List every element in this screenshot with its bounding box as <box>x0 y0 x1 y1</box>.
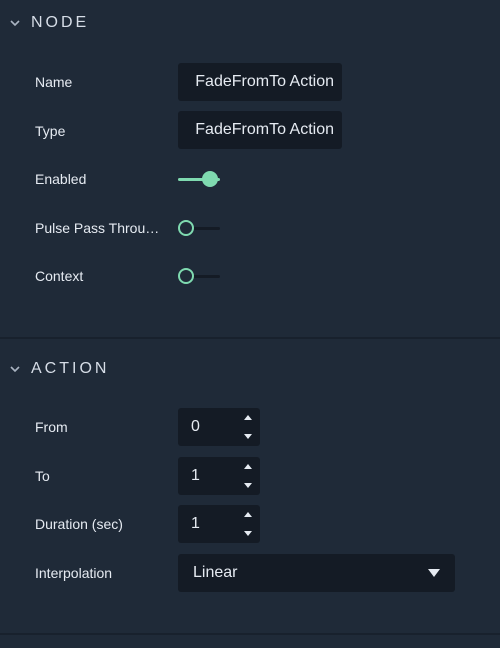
to-decrement-button[interactable] <box>236 476 260 495</box>
enabled-toggle[interactable] <box>178 170 220 190</box>
arrow-down-icon <box>244 434 252 439</box>
to-stepper[interactable]: 1 <box>178 457 260 495</box>
duration-increment-button[interactable] <box>236 505 260 524</box>
name-label: Name <box>35 74 73 90</box>
enabled-label: Enabled <box>35 171 87 187</box>
toggle-knob <box>178 220 194 236</box>
name-field[interactable]: FadeFromTo Action <box>178 63 342 101</box>
from-decrement-button[interactable] <box>236 427 260 446</box>
arrow-up-icon <box>244 415 252 420</box>
action-section-header[interactable]: ACTION <box>0 346 500 392</box>
type-field[interactable]: FadeFromTo Action <box>178 111 342 149</box>
chevron-down-icon <box>10 20 20 27</box>
to-increment-button[interactable] <box>236 457 260 476</box>
pulse-pass-through-toggle[interactable] <box>178 219 220 239</box>
interpolation-value: Linear <box>193 564 238 581</box>
arrow-up-icon <box>244 512 252 517</box>
type-label: Type <box>35 123 66 139</box>
interpolation-select[interactable]: Linear <box>178 554 455 592</box>
toggle-knob <box>178 268 194 284</box>
context-label: Context <box>35 268 84 284</box>
from-label: From <box>35 419 68 435</box>
to-value[interactable]: 1 <box>191 457 200 495</box>
duration-label: Duration (sec) <box>35 516 123 532</box>
interpolation-label: Interpolation <box>35 565 113 581</box>
from-increment-button[interactable] <box>236 408 260 427</box>
from-value[interactable]: 0 <box>191 408 200 446</box>
node-section-header[interactable]: NODE <box>0 0 500 46</box>
section-title-node: NODE <box>31 14 90 31</box>
chevron-down-icon <box>10 366 20 373</box>
duration-value[interactable]: 1 <box>191 505 200 543</box>
to-label: To <box>35 468 50 484</box>
arrow-up-icon <box>244 464 252 469</box>
section-title-action: ACTION <box>31 360 110 377</box>
section-divider <box>0 337 500 339</box>
duration-stepper[interactable]: 1 <box>178 505 260 543</box>
arrow-down-icon <box>244 483 252 488</box>
from-stepper[interactable]: 0 <box>178 408 260 446</box>
toggle-knob <box>202 171 218 187</box>
section-divider <box>0 633 500 635</box>
arrow-down-icon <box>244 531 252 536</box>
context-toggle[interactable] <box>178 267 220 287</box>
duration-decrement-button[interactable] <box>236 524 260 543</box>
pulse-pass-through-label: Pulse Pass Throu… <box>35 220 160 236</box>
dropdown-caret-icon <box>428 569 440 577</box>
